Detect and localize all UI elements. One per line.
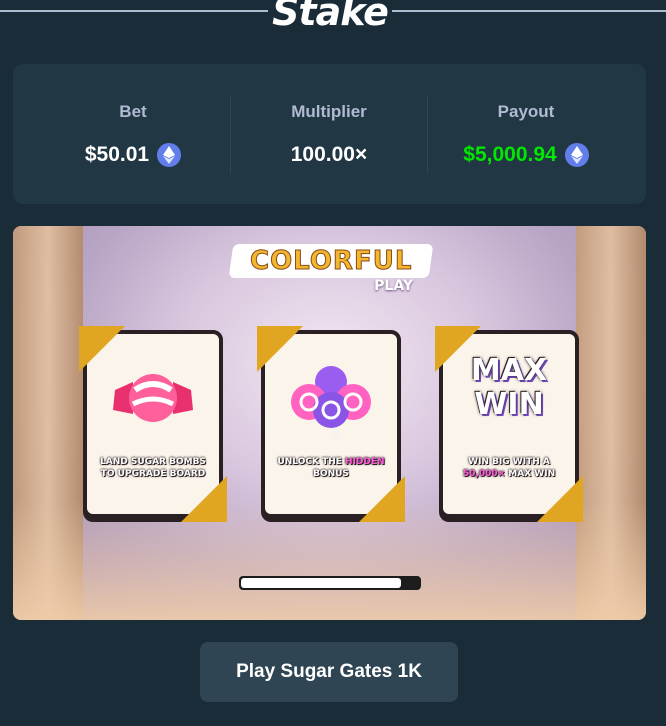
feature-card-sugar-bombs: LAND SUGAR BOMBS TO UPGRADE BOARD [79, 326, 227, 522]
colorful-play-logo-main: COLORFUL [228, 244, 434, 278]
multiplier-stat: Multiplier 100.00× [224, 64, 434, 204]
stake-logo: Stake [272, 0, 389, 34]
bet-value-row: $50.01 [28, 143, 238, 167]
ethereum-icon [564, 143, 589, 167]
game-banner[interactable]: COLORFUL PLAY LAND SUGAR BOMBS TO UPGRAD… [13, 226, 646, 620]
lollipops-icon [285, 360, 377, 440]
candy-icon [107, 360, 199, 440]
bet-stat: Bet $50.01 [28, 64, 238, 204]
card-text: LAND SUGAR BOMBS TO UPGRADE BOARD [100, 457, 206, 479]
feature-card-max-win: MAX WIN WIN BIG WITH A 50,000× MAX WIN [435, 326, 583, 522]
payout-label: Payout [497, 102, 555, 121]
card-text-highlight: 50,000× [462, 469, 506, 479]
bet-label: Bet [119, 102, 147, 121]
payout-value: $5,000.94 [463, 143, 557, 166]
stats-panel: Bet $50.01 Multiplier 100.00× Payout $5,… [13, 64, 646, 204]
header-line-right [392, 10, 666, 12]
card-text-highlight: HIDDEN [345, 457, 385, 467]
max-win-icon: MAX WIN [470, 353, 548, 422]
card-corner-ornament [181, 476, 227, 522]
payout-stat: Payout $5,000.94 [421, 64, 631, 204]
feature-card-hidden-bonus: UNLOCK THE HIDDEN BONUS [257, 326, 405, 522]
multiplier-label: Multiplier [291, 102, 367, 121]
card-text: WIN BIG WITH A 50,000× MAX WIN [462, 457, 556, 479]
header-line-left [0, 10, 268, 12]
loading-progress-bar [239, 576, 421, 590]
colorful-play-logo-sub: PLAY [374, 278, 413, 294]
bet-value: $50.01 [84, 143, 150, 166]
multiplier-value: 100.00× [290, 143, 368, 166]
multiplier-value-row: 100.00× [224, 143, 434, 167]
ethereum-icon [157, 143, 182, 167]
payout-value-row: $5,000.94 [421, 143, 631, 167]
colorful-play-logo: COLORFUL PLAY [228, 238, 434, 300]
card-corner-ornament [359, 476, 405, 522]
card-corner-ornament [537, 476, 583, 522]
loading-progress-fill [241, 578, 401, 588]
card-text: UNLOCK THE HIDDEN BONUS [277, 457, 385, 479]
play-game-button[interactable]: Play Sugar Gates 1K [200, 642, 458, 702]
